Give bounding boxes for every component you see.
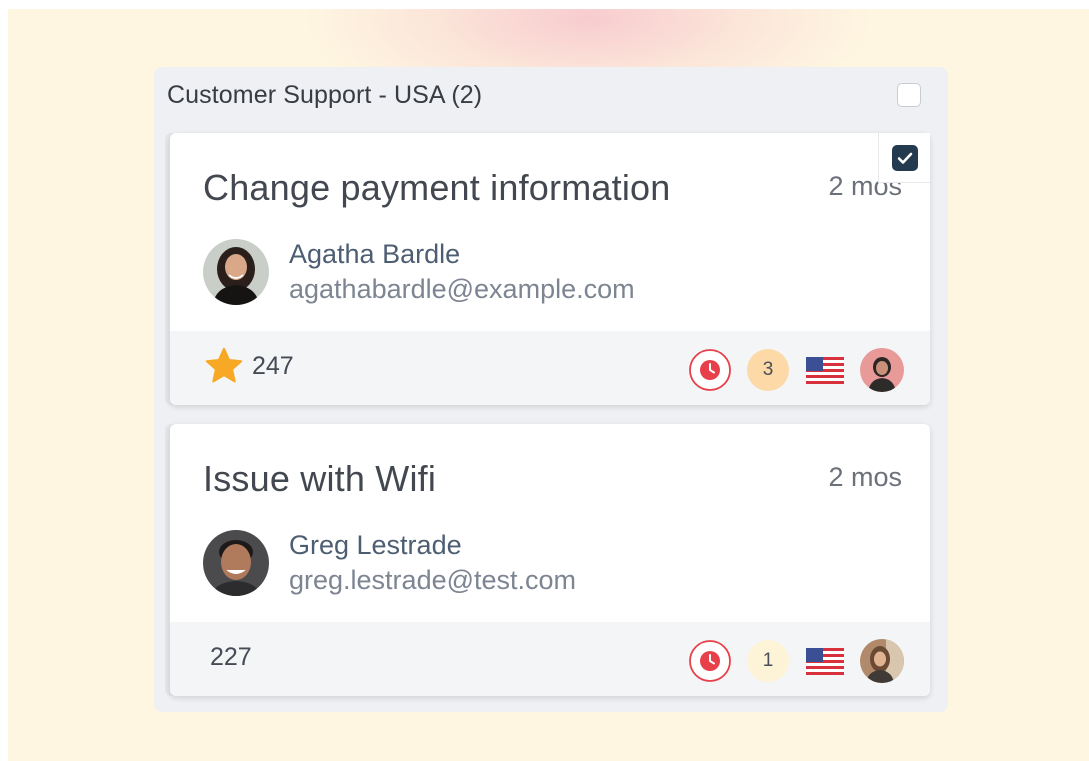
us-flag-icon: [806, 648, 844, 675]
contact-email: greg.lestrade@test.com: [289, 565, 577, 595]
checkmark-icon: [897, 152, 913, 164]
ticket-score: 227: [210, 643, 252, 671]
ticket-card[interactable]: Change payment information 2 mos Agatha …: [170, 133, 930, 405]
clock-icon: [689, 640, 731, 682]
assignee-avatar[interactable]: [860, 639, 904, 683]
ticket-footer: 227 1: [170, 622, 930, 696]
clock-icon: [689, 349, 731, 391]
ticket-footer: 247 3: [170, 331, 930, 405]
us-flag-icon: [806, 357, 844, 384]
ticket-score: 247: [252, 352, 294, 380]
message-count-badge: 1: [747, 640, 789, 682]
star-icon[interactable]: [203, 345, 245, 387]
ticket-card[interactable]: Issue with Wifi 2 mos Greg Lestrade greg…: [170, 424, 930, 696]
ticket-select-area[interactable]: [878, 133, 930, 183]
contact-name[interactable]: Agatha Bardle: [289, 239, 460, 270]
contact-name[interactable]: Greg Lestrade: [289, 530, 462, 561]
group-title: Customer Support - USA (2): [167, 81, 483, 109]
contact-email: agathabardle@example.com: [289, 274, 635, 304]
ticket-title[interactable]: Change payment information: [203, 167, 670, 209]
message-count-badge: 3: [747, 349, 789, 391]
ticket-group: Customer Support - USA (2) Change paymen…: [154, 67, 948, 712]
contact-avatar[interactable]: [203, 530, 269, 596]
contact-avatar[interactable]: [203, 239, 269, 305]
select-all-checkbox[interactable]: [897, 83, 921, 107]
ticket-title[interactable]: Issue with Wifi: [203, 458, 436, 500]
ticket-time: 2 mos: [828, 462, 902, 492]
canvas-background: Customer Support - USA (2) Change paymen…: [8, 9, 1089, 761]
assignee-avatar[interactable]: [860, 348, 904, 392]
ticket-checkbox-checked[interactable]: [892, 145, 918, 171]
